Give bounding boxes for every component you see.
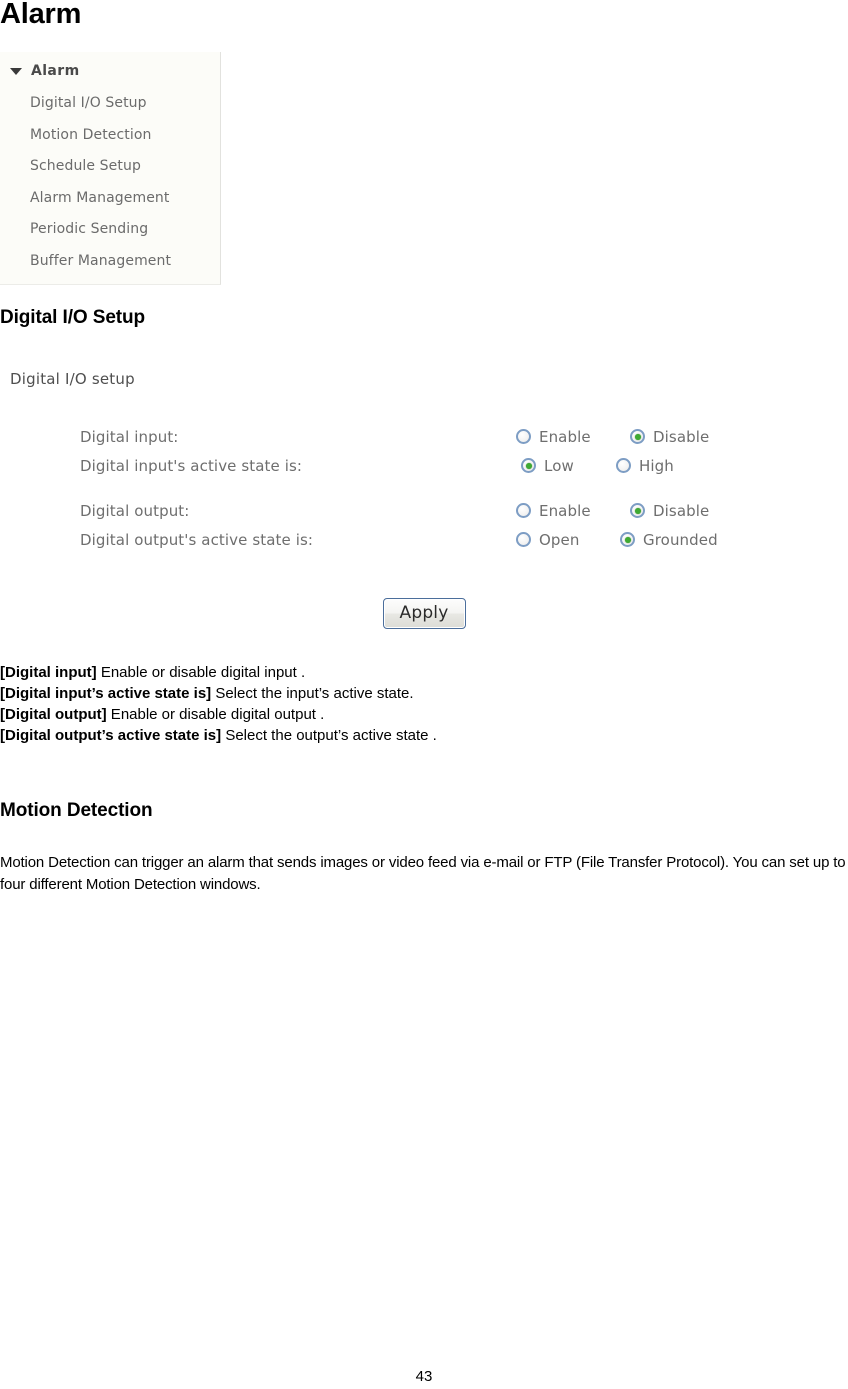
apply-button-row: Apply [0,598,848,629]
form-row-digital-input-state: Digital input's active state is: Low Hig… [0,451,848,480]
label-digital-input: Digital input: [80,427,179,446]
radio-digital-input-enable[interactable] [516,429,531,444]
page-title: Alarm [0,0,82,30]
radio-digital-output-enable[interactable] [516,503,531,518]
radio-state-high[interactable] [616,458,631,473]
radio-label-state-grounded: Grounded [643,530,718,549]
label-digital-output-state: Digital output's active state is: [80,530,314,549]
label-digital-input-state: Digital input's active state is: [80,456,303,475]
sidebar-item-list: Digital I/O Setup Motion Detection Sched… [30,88,171,277]
form-row-digital-input: Digital input: Enable Disable [0,422,848,451]
radio-option-digital-output-enable[interactable]: Enable [516,502,591,520]
definition-digital-output: [Digital output] Enable or disable digit… [0,704,848,725]
radio-option-state-low[interactable]: Low [521,457,574,475]
radio-option-state-high[interactable]: High [616,457,674,475]
definition-term: [Digital output] [0,706,107,723]
definition-term: [Digital output’s active state is] [0,727,222,744]
radio-label-state-high: High [639,456,674,475]
digital-io-rows: Digital input: Enable Disable Digital in… [0,422,848,554]
radio-option-state-grounded[interactable]: Grounded [620,531,718,549]
radio-option-digital-output-disable[interactable]: Disable [630,502,709,520]
sidebar-item-alarm-root[interactable]: Alarm [10,60,80,82]
radio-state-grounded[interactable] [620,532,635,547]
row-spacer [0,480,848,496]
apply-button[interactable]: Apply [382,598,466,629]
sidebar-item-digital-io-setup[interactable]: Digital I/O Setup [30,88,171,120]
section-heading-digital-io: Digital I/O Setup [0,307,146,328]
radio-state-open[interactable] [516,532,531,547]
radio-label-digital-output-disable: Disable [653,501,710,520]
sidebar-item-periodic-sending[interactable]: Periodic Sending [30,214,171,246]
definition-digital-input-state: [Digital input’s active state is] Select… [0,683,848,704]
sidebar-item-buffer-management[interactable]: Buffer Management [30,246,171,278]
definition-desc: Enable or disable digital output . [106,706,325,723]
form-row-digital-output-state: Digital output's active state is: Open G… [0,525,848,554]
sidebar-item-alarm-management[interactable]: Alarm Management [30,183,171,215]
sidebar-item-schedule-setup[interactable]: Schedule Setup [30,151,171,183]
form-row-digital-output: Digital output: Enable Disable [0,496,848,525]
radio-label-digital-output-enable: Enable [539,501,591,520]
definition-digital-output-state: [Digital output’s active state is] Selec… [0,725,848,746]
sidebar-item-motion-detection[interactable]: Motion Detection [30,120,171,152]
radio-option-digital-input-disable[interactable]: Disable [630,428,709,446]
definition-term: [Digital input] [0,664,97,681]
definition-desc: Enable or disable digital input . [96,664,306,681]
radio-label-digital-input-disable: Disable [653,427,710,446]
sidebar-root-label: Alarm [31,63,80,79]
radio-digital-input-disable[interactable] [630,429,645,444]
definition-desc: Select the input’s active state. [211,685,414,702]
triangle-down-icon [10,68,22,75]
radio-option-state-open[interactable]: Open [516,531,579,549]
radio-label-state-low: Low [544,456,574,475]
radio-option-digital-input-enable[interactable]: Enable [516,428,591,446]
label-digital-output: Digital output: [80,501,190,520]
radio-label-digital-input-enable: Enable [539,427,591,446]
motion-detection-paragraph: Motion Detection can trigger an alarm th… [0,854,846,893]
radio-label-state-open: Open [539,530,580,549]
form-panel-title: Digital I/O setup [10,370,135,388]
definition-desc: Select the output’s active state . [221,727,437,744]
definition-term: [Digital input’s active state is] [0,685,212,702]
digital-io-definitions: [Digital input] Enable or disable digita… [0,662,848,746]
radio-state-low[interactable] [521,458,536,473]
alarm-menu-panel: Alarm Digital I/O Setup Motion Detection… [0,52,221,285]
definition-digital-input: [Digital input] Enable or disable digita… [0,662,848,683]
digital-io-form-panel: Digital I/O setup Digital input: Enable … [0,366,848,638]
radio-digital-output-disable[interactable] [630,503,645,518]
page-number: 43 [415,1368,433,1385]
section-heading-motion-detection: Motion Detection [0,800,153,821]
